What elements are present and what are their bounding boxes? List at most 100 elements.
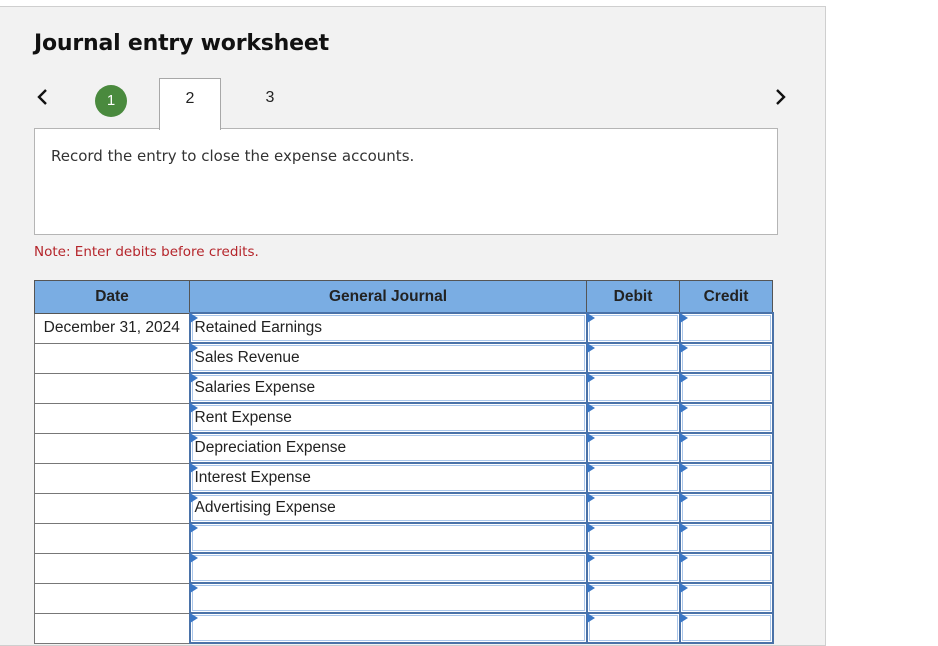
step-tab-2[interactable]: 2 (159, 78, 221, 130)
debit-input-cell (585, 552, 681, 584)
dropdown-marker-icon (586, 373, 595, 383)
dropdown-marker-icon (189, 523, 198, 533)
instruction-box: Record the entry to close the expense ac… (34, 128, 778, 235)
credit-input-cell (678, 342, 774, 374)
dropdown-marker-icon (586, 493, 595, 503)
dropdown-marker-icon (679, 523, 688, 533)
credit-input[interactable] (681, 375, 771, 401)
dropdown-marker-icon (586, 343, 595, 353)
credit-input[interactable] (681, 465, 771, 491)
journal-row (34, 552, 774, 584)
debit-input-cell (585, 402, 681, 434)
dropdown-marker-icon (679, 403, 688, 413)
journal-row: Interest Expense (34, 462, 774, 494)
dropdown-marker-icon (586, 313, 595, 323)
debit-input-cell (585, 612, 681, 644)
credit-input[interactable] (681, 345, 771, 371)
date-cell (34, 522, 190, 554)
account-input[interactable]: Retained Earnings (191, 315, 585, 341)
chevron-left-icon (37, 89, 47, 105)
date-cell (34, 552, 190, 584)
debit-input[interactable] (588, 465, 678, 491)
account-input-cell: Sales Revenue (188, 342, 588, 374)
debit-input-cell (585, 342, 681, 374)
account-input-cell (188, 522, 588, 554)
account-input-cell: Retained Earnings (188, 312, 588, 344)
date-cell (34, 492, 190, 524)
debit-input-cell (585, 522, 681, 554)
account-input[interactable]: Advertising Expense (191, 495, 585, 521)
credit-input[interactable] (681, 495, 771, 521)
dropdown-marker-icon (679, 343, 688, 353)
journal-row: Salaries Expense (34, 372, 774, 404)
credit-input-cell (678, 432, 774, 464)
date-cell (34, 402, 190, 434)
credit-input-cell (678, 552, 774, 584)
account-input[interactable] (191, 615, 585, 641)
credit-input[interactable] (681, 555, 771, 581)
account-input[interactable]: Interest Expense (191, 465, 585, 491)
dropdown-marker-icon (189, 493, 198, 503)
journal-header-row: Date General Journal Debit Credit (34, 280, 773, 314)
account-input[interactable]: Salaries Expense (191, 375, 585, 401)
credit-input[interactable] (681, 525, 771, 551)
previous-step-button[interactable] (33, 84, 53, 110)
credit-input[interactable] (681, 405, 771, 431)
account-input-cell: Advertising Expense (188, 492, 588, 524)
chevron-right-icon (776, 89, 786, 105)
header-credit: Credit (679, 280, 773, 314)
debit-input[interactable] (588, 585, 678, 611)
dropdown-marker-icon (189, 403, 198, 413)
date-cell: December 31, 2024 (34, 312, 190, 344)
credit-input[interactable] (681, 585, 771, 611)
dropdown-marker-icon (679, 613, 688, 623)
next-step-button[interactable] (770, 84, 790, 110)
journal-table: Date General Journal Debit Credit Decemb… (34, 280, 774, 644)
journal-row (34, 582, 774, 614)
dropdown-marker-icon (189, 433, 198, 443)
debit-input[interactable] (588, 495, 678, 521)
journal-row: Depreciation Expense (34, 432, 774, 464)
debit-input[interactable] (588, 405, 678, 431)
debit-input[interactable] (588, 345, 678, 371)
debit-input[interactable] (588, 315, 678, 341)
credit-input[interactable] (681, 435, 771, 461)
debit-input[interactable] (588, 375, 678, 401)
date-cell (34, 342, 190, 374)
account-input-cell (188, 582, 588, 614)
dropdown-marker-icon (679, 463, 688, 473)
step-tab-1[interactable]: 1 (95, 85, 127, 117)
dropdown-marker-icon (586, 613, 595, 623)
debit-input[interactable] (588, 435, 678, 461)
debit-input[interactable] (588, 615, 678, 641)
credit-input[interactable] (681, 315, 771, 341)
account-input[interactable] (191, 525, 585, 551)
credit-input-cell (678, 612, 774, 644)
account-input[interactable]: Rent Expense (191, 405, 585, 431)
debit-input-cell (585, 312, 681, 344)
dropdown-marker-icon (189, 553, 198, 563)
step-tab-3[interactable]: 3 (252, 78, 288, 118)
account-input[interactable]: Depreciation Expense (191, 435, 585, 461)
dropdown-marker-icon (586, 433, 595, 443)
debit-input[interactable] (588, 555, 678, 581)
account-input-cell: Salaries Expense (188, 372, 588, 404)
debit-input-cell (585, 582, 681, 614)
header-date: Date (34, 280, 190, 314)
debit-input-cell (585, 462, 681, 494)
date-cell (34, 582, 190, 614)
credit-input-cell (678, 492, 774, 524)
date-cell (34, 432, 190, 464)
account-input[interactable] (191, 585, 585, 611)
page-title: Journal entry worksheet (34, 31, 329, 56)
credit-input[interactable] (681, 615, 771, 641)
journal-row: Sales Revenue (34, 342, 774, 374)
dropdown-marker-icon (189, 613, 198, 623)
debit-input[interactable] (588, 525, 678, 551)
account-input-cell (188, 552, 588, 584)
journal-row: Rent Expense (34, 402, 774, 434)
account-input[interactable] (191, 555, 585, 581)
credit-input-cell (678, 582, 774, 614)
dropdown-marker-icon (679, 313, 688, 323)
account-input[interactable]: Sales Revenue (191, 345, 585, 371)
